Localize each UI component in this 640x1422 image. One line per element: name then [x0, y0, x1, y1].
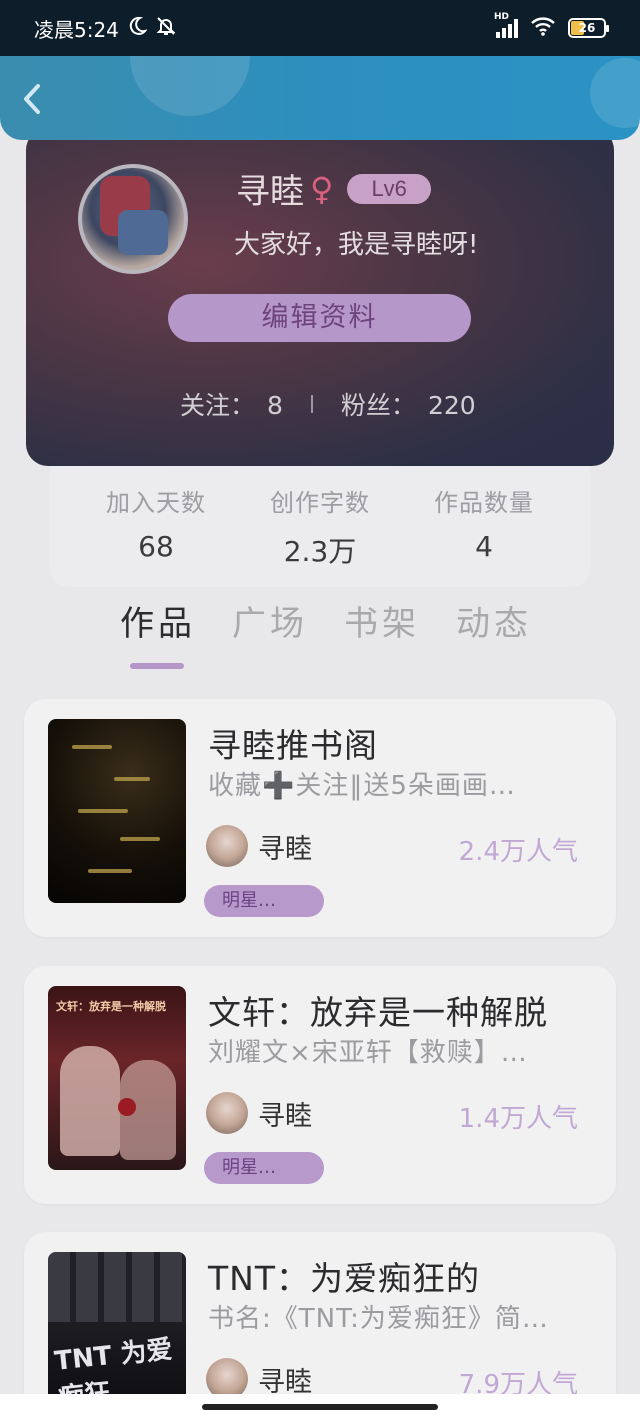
- tab-activity[interactable]: 动态: [456, 596, 532, 645]
- work-description: 刘耀文×宋亚轩【救赎】…: [208, 1038, 528, 1068]
- stat-value: 68: [138, 530, 174, 563]
- author-name: 寻睦: [258, 1100, 312, 1132]
- work-author[interactable]: 寻睦: [206, 825, 312, 867]
- header-bar: [0, 56, 640, 140]
- gesture-bar: [0, 1394, 640, 1422]
- tab-works[interactable]: 作品: [120, 596, 196, 669]
- chevron-left-icon: [24, 84, 40, 114]
- stat-value: 2.3万: [283, 535, 357, 568]
- work-card[interactable]: 寻睦推书阁 收藏➕关注‖送5朵画画… 寻睦 2.4万人气 明星…: [24, 699, 616, 937]
- stat-works-count: 作品数量 4: [414, 483, 554, 587]
- following-count: 8: [267, 391, 283, 420]
- stat-join-days: 加入天数 68: [86, 483, 226, 587]
- work-title: 寻睦推书阁: [208, 726, 378, 765]
- stat-value: 4: [475, 530, 493, 563]
- following-link[interactable]: 关注： 8: [180, 386, 283, 422]
- status-left: 凌晨5:24: [34, 14, 177, 43]
- network-label: HD: [494, 12, 510, 22]
- cover-text: 文轩：放弃是一种解脱: [56, 1000, 166, 1013]
- profile-name-row: 寻睦 ♀ Lv6: [236, 164, 431, 213]
- tab-square[interactable]: 广场: [232, 596, 308, 645]
- following-label: 关注：: [180, 391, 256, 420]
- popularity: 2.4万人气: [458, 837, 578, 867]
- follow-stats: 关注： 8 粉丝： 220: [180, 386, 476, 422]
- back-button[interactable]: [18, 82, 52, 116]
- author-name: 寻睦: [258, 1366, 312, 1398]
- tab-bookshelf[interactable]: 书架: [344, 596, 420, 645]
- fans-label: 粉丝：: [340, 391, 416, 420]
- tab-bar: 作品 广场 书架 动态: [120, 596, 532, 669]
- divider: [310, 395, 313, 413]
- popularity: 1.4万人气: [458, 1104, 578, 1134]
- moon-icon: [127, 16, 148, 41]
- fans-link[interactable]: 粉丝： 220: [341, 386, 476, 422]
- bell-off-icon: [155, 15, 177, 42]
- home-indicator[interactable]: [202, 1404, 438, 1410]
- status-time: 凌晨5:24: [34, 17, 119, 42]
- stat-label: 作品数量: [434, 489, 534, 517]
- app-root: 凌晨5:24 HD 26 寻睦 ♀ Lv6 大家好，我是寻睦呀! 编辑资料 关注…: [0, 0, 640, 1422]
- profile-card: 寻睦 ♀ Lv6 大家好，我是寻睦呀! 编辑资料 关注： 8 粉丝： 220: [26, 128, 614, 466]
- wifi-icon: [530, 16, 556, 41]
- avatar[interactable]: [78, 164, 188, 274]
- status-bar: 凌晨5:24 HD 26: [0, 0, 640, 56]
- fans-count: 220: [427, 391, 476, 420]
- battery-level: 26: [578, 21, 596, 35]
- signal-icon: HD: [494, 12, 518, 38]
- work-author[interactable]: 寻睦: [206, 1092, 312, 1134]
- level-badge: Lv6: [347, 173, 431, 204]
- author-name: 寻睦: [258, 833, 312, 865]
- work-title: 文轩：放弃是一种解脱: [208, 993, 548, 1032]
- work-card[interactable]: 文轩：放弃是一种解脱 文轩：放弃是一种解脱 刘耀文×宋亚轩【救赎】… 寻睦 1.…: [24, 966, 616, 1204]
- stat-label: 创作字数: [270, 489, 370, 517]
- author-avatar: [206, 1092, 248, 1134]
- category-tag[interactable]: 明星…: [204, 885, 324, 917]
- stat-label: 加入天数: [106, 489, 206, 517]
- female-icon: ♀: [310, 169, 334, 208]
- book-cover: [48, 719, 186, 903]
- work-description: 收藏➕关注‖送5朵画画…: [208, 771, 516, 801]
- book-cover: 文轩：放弃是一种解脱: [48, 986, 186, 1170]
- profile-name: 寻睦: [236, 172, 304, 212]
- work-description: 书名:《TNT:为爱痴狂》简…: [208, 1304, 549, 1334]
- stat-word-count: 创作字数 2.3万: [250, 483, 390, 587]
- edit-profile-button[interactable]: 编辑资料: [168, 294, 471, 342]
- stats-panel: 加入天数 68 创作字数 2.3万 作品数量 4: [50, 465, 590, 587]
- status-right: HD 26: [494, 12, 609, 41]
- category-tag[interactable]: 明星…: [204, 1152, 324, 1184]
- profile-bio: 大家好，我是寻睦呀!: [234, 230, 479, 260]
- work-title: TNT：为爱痴狂的: [208, 1259, 481, 1298]
- author-avatar: [206, 825, 248, 867]
- battery-icon: 26: [568, 18, 609, 38]
